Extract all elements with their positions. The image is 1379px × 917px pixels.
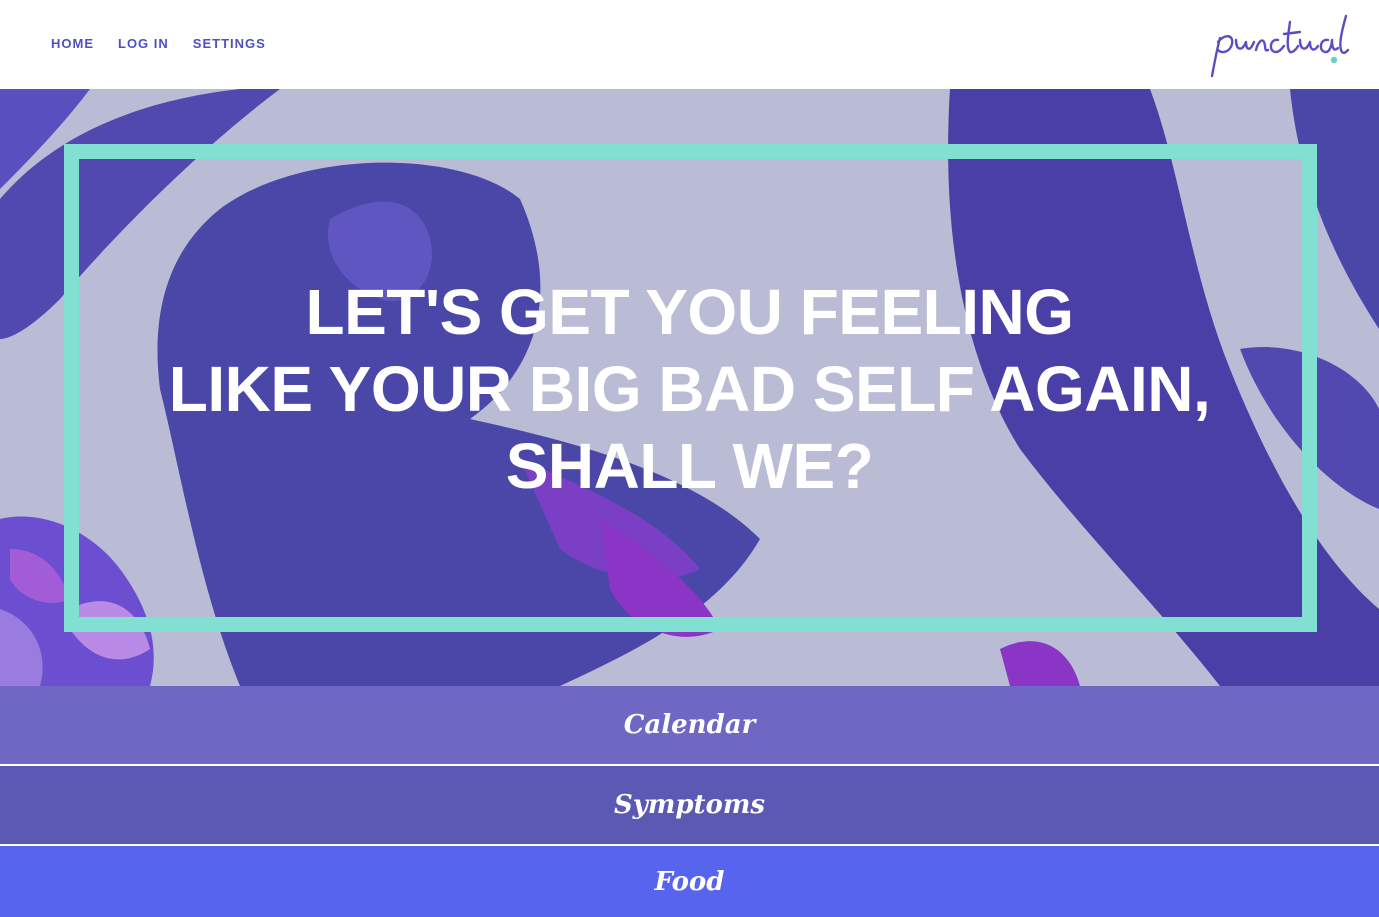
symptoms-button[interactable]: Symptoms — [0, 766, 1379, 844]
food-button[interactable]: Food — [0, 846, 1379, 917]
logo-script-icon — [1210, 14, 1350, 78]
top-bar: HOME LOG IN SETTINGS — [0, 0, 1379, 89]
nav-home-link[interactable]: HOME — [51, 36, 94, 51]
main-nav: HOME LOG IN SETTINGS — [51, 36, 290, 51]
calendar-button[interactable]: Calendar — [0, 686, 1379, 764]
nav-settings-link[interactable]: SETTINGS — [193, 36, 266, 51]
punctual-logo[interactable] — [1206, 8, 1356, 82]
nav-login-link[interactable]: LOG IN — [118, 36, 169, 51]
food-label: Food — [654, 866, 725, 897]
hero-banner: LET'S GET YOU FEELING LIKE YOUR BIG BAD … — [0, 89, 1379, 686]
hero-headline: LET'S GET YOU FEELING LIKE YOUR BIG BAD … — [0, 274, 1379, 505]
hero-line-3: SHALL WE? — [505, 430, 874, 502]
calendar-label: Calendar — [623, 710, 756, 740]
hero-line-2: LIKE YOUR BIG BAD SELF AGAIN, — [168, 353, 1211, 425]
symptoms-label: Symptoms — [613, 790, 766, 820]
logo-dot-icon — [1330, 56, 1338, 64]
hero-line-1: LET'S GET YOU FEELING — [305, 276, 1074, 348]
